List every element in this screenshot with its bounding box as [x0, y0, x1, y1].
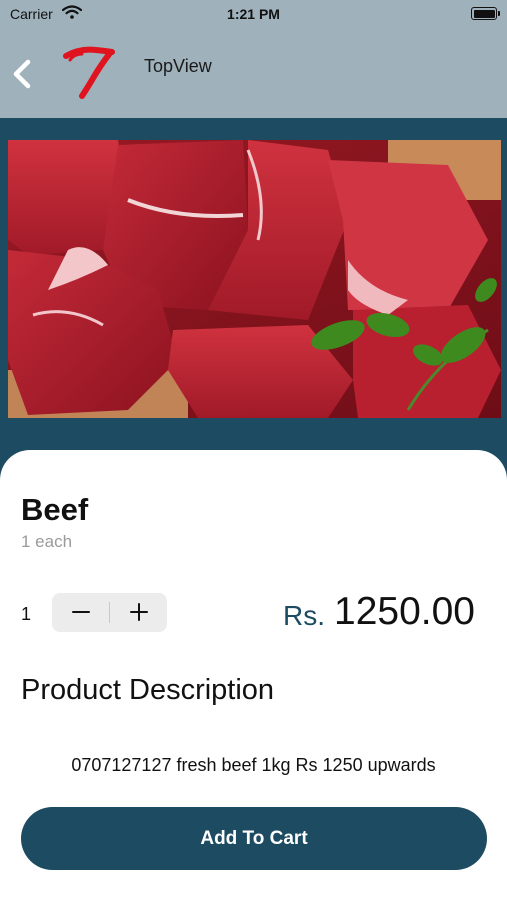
battery-icon [471, 7, 500, 20]
status-time: 1:21 PM [227, 6, 280, 22]
status-bar: Carrier 1:21 PM [0, 0, 507, 30]
brand-logo [63, 46, 115, 99]
add-to-cart-button[interactable]: Add To Cart [21, 807, 487, 870]
price-currency: Rs. [283, 600, 325, 631]
chevron-left-icon [13, 59, 31, 89]
quantity-stepper [52, 593, 167, 632]
description-heading: Product Description [21, 674, 275, 706]
beef-photo [8, 140, 501, 418]
increment-button[interactable] [110, 593, 167, 632]
price-value: 1250.00 [334, 590, 475, 633]
product-name: Beef [21, 492, 89, 527]
quantity-value: 1 [21, 604, 32, 624]
minus-icon [72, 611, 90, 613]
back-button[interactable] [8, 56, 40, 92]
product-unit: 1 each [21, 532, 73, 551]
decrement-button[interactable] [52, 593, 109, 632]
header-area: Carrier 1:21 PM TopView [0, 0, 507, 118]
product-detail-card: Beef 1 each 1 Rs. 1250.00 Product Descri… [0, 450, 507, 900]
product-image [8, 140, 501, 418]
navigation-bar: TopView [0, 30, 507, 118]
page-title: TopView [144, 56, 212, 76]
description-text: 0707127127 fresh beef 1kg Rs 1250 upward… [71, 755, 436, 775]
